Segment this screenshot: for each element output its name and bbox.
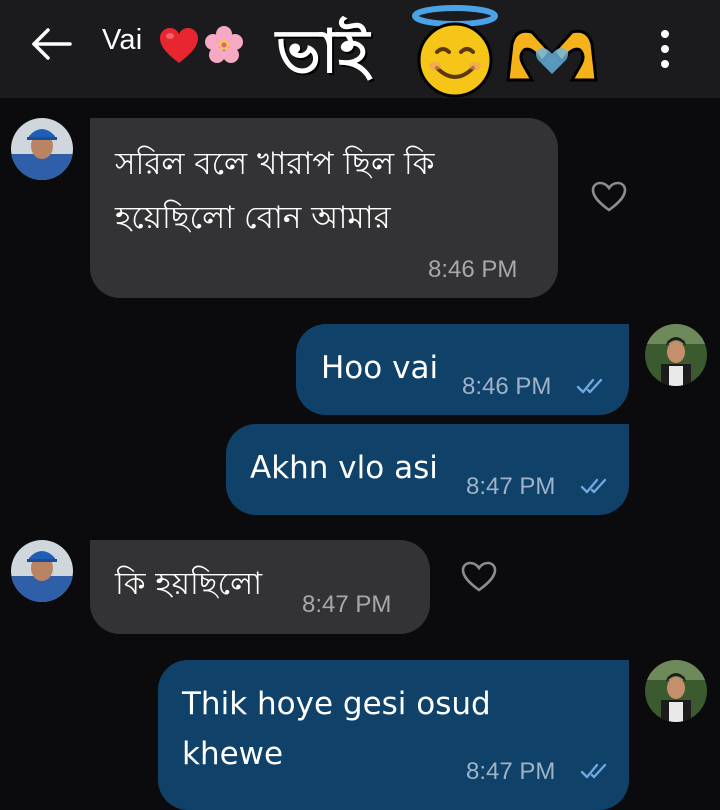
message-text: সরিল বলে খারাপ ছিল কি [115, 146, 435, 182]
read-receipt-icon [580, 763, 607, 779]
heart-hands-icon [506, 29, 598, 82]
heart-react-icon[interactable] [590, 180, 628, 214]
contact-avatar[interactable] [11, 540, 73, 602]
smiling-face-with-halo-icon [412, 5, 498, 98]
message-bubble-outgoing[interactable]: Akhn vlo asi 8:47 PM [226, 424, 629, 515]
message-time: 8:47 PM [466, 758, 556, 785]
message-bubble-incoming[interactable]: সরিল বলে খারাপ ছিল কি হয়েছিলো বোন আমার … [90, 118, 558, 298]
message-text: Thik hoye gesi osud [182, 686, 491, 722]
message-text: Hoo vai [321, 350, 439, 386]
message-text: khewe [182, 736, 284, 772]
my-avatar[interactable] [645, 324, 707, 386]
my-avatar[interactable] [645, 660, 707, 722]
heart-react-icon[interactable] [460, 560, 498, 594]
message-text: কি হয়ছিলো [115, 566, 263, 602]
cherry-blossom-icon [205, 26, 243, 63]
sticker-text: ভাই [276, 17, 370, 87]
read-receipt-icon [580, 478, 607, 494]
back-arrow-icon[interactable] [26, 22, 76, 66]
read-receipt-icon [576, 378, 603, 394]
chat-header: Vai ভাই [0, 0, 720, 98]
message-time: 8:47 PM [302, 591, 392, 618]
message-bubble-outgoing[interactable]: Hoo vai 8:46 PM [296, 324, 629, 415]
contact-name[interactable]: Vai [102, 24, 142, 57]
red-heart-icon [160, 28, 198, 63]
more-options-icon[interactable] [650, 26, 680, 72]
message-bubble-outgoing[interactable]: Thik hoye gesi osud khewe 8:47 PM [158, 660, 629, 810]
message-time: 8:46 PM [462, 373, 552, 400]
message-text: Akhn vlo asi [250, 450, 438, 486]
message-time: 8:47 PM [466, 473, 556, 500]
message-time: 8:46 PM [428, 256, 518, 283]
contact-avatar[interactable] [11, 118, 73, 180]
message-text: হয়েছিলো বোন আমার [115, 200, 391, 236]
message-bubble-incoming[interactable]: কি হয়ছিলো 8:47 PM [90, 540, 430, 634]
